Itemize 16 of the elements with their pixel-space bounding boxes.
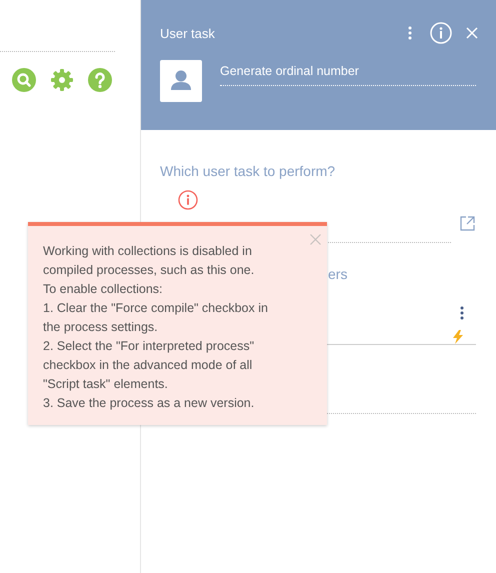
info-icon[interactable] bbox=[430, 22, 452, 44]
more-icon[interactable] bbox=[460, 306, 464, 320]
search-icon[interactable] bbox=[12, 68, 36, 92]
open-link-icon[interactable] bbox=[460, 216, 475, 231]
more-icon[interactable] bbox=[408, 26, 412, 40]
help-icon[interactable] bbox=[88, 68, 112, 92]
task-name-field[interactable]: Generate ordinal number bbox=[220, 60, 476, 86]
warning-message: Working with collections is disabled in compiled processes, such as this one. To enable collections: 1. Clear the "Force compile" checkbox in the process settings. 2. Select the "For interpreted process" checkbox in the advanced mode of all "Script task" elements. 3. Save the process as a new version. bbox=[43, 243, 269, 412]
close-icon[interactable] bbox=[310, 234, 321, 245]
warning-info-icon[interactable] bbox=[178, 190, 198, 210]
lightning-icon bbox=[452, 330, 464, 344]
panel-title: User task bbox=[160, 26, 216, 40]
section-label: ers bbox=[328, 266, 348, 282]
user-avatar-icon bbox=[160, 60, 202, 102]
question-label: Which user task to perform? bbox=[160, 163, 336, 179]
settings-icon[interactable] bbox=[50, 68, 74, 92]
